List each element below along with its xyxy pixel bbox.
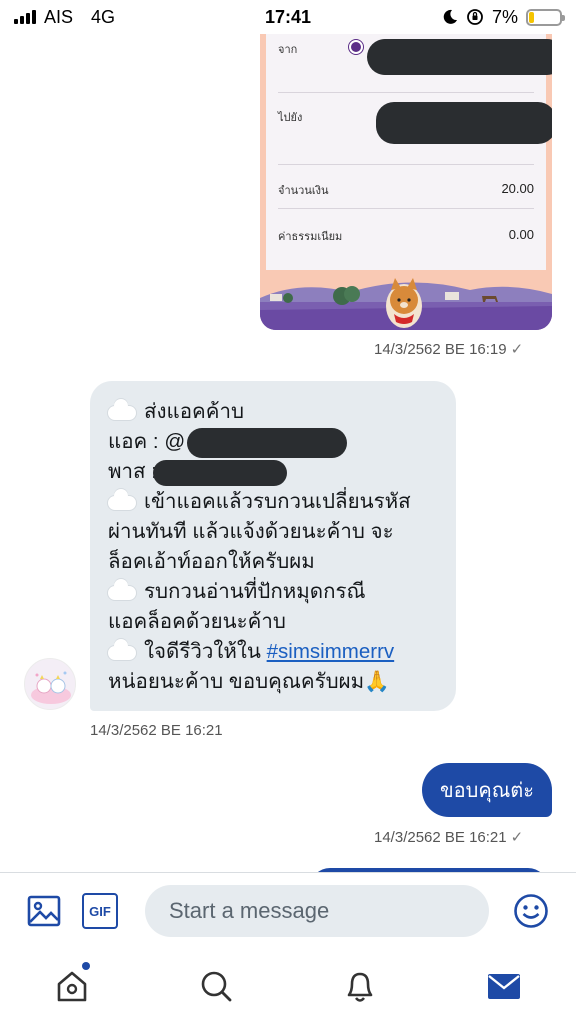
transfer-receipt-image[interactable]: จาก ไปยัง จำนวนเงิน 20.00 ค่าธรรมเนียม 0… xyxy=(260,34,552,330)
bank-logo-icon xyxy=(349,40,363,54)
outgoing-message-bubble[interactable]: ขอบคุณต่ะ xyxy=(421,763,552,817)
orientation-lock-icon xyxy=(467,9,483,25)
message-line: แอค : @ xyxy=(108,427,442,458)
message-line: แอคล็อคด้วยนะค้าบ xyxy=(108,607,442,637)
cloud-icon xyxy=(108,578,136,600)
message-line: ล็อคเอ้าท์ออกให้ครับผม xyxy=(108,547,442,577)
message-line-text: เข้าแอคแล้วรบกวนเปลี่ยนรหัส xyxy=(144,490,411,513)
receipt-timestamp-text: 14/3/2562 BE 16:19 xyxy=(374,341,507,358)
battery-percent: 7% xyxy=(491,6,518,27)
receipt-divider xyxy=(278,164,534,165)
redacted-password xyxy=(152,459,287,486)
smiley-icon xyxy=(514,894,548,928)
message-line-text: ล็อคเอ้าท์ออกให้ครับผม xyxy=(108,550,315,573)
message-line-text: พาส : xyxy=(108,460,157,483)
gif-button[interactable]: GIF xyxy=(82,893,118,929)
message-line-text: ผ่านทันที แล้วแจ้งด้วยนะค้าบ จะ xyxy=(108,520,394,543)
folded-hands-emoji: 🙏 xyxy=(364,670,390,693)
check-icon: ✓ xyxy=(510,829,524,846)
message-line: ใจดีรีวิวให้ใน #simsimmerrv xyxy=(108,637,442,667)
incoming-timestamp: 14/3/2562 BE 16:21 xyxy=(90,722,223,739)
home-icon xyxy=(57,971,87,1002)
photo-button[interactable] xyxy=(26,893,62,929)
avatar-image xyxy=(31,671,71,704)
battery-icon xyxy=(526,8,565,26)
message-line: รบกวนอ่านที่ปักหมุดกรณี xyxy=(108,577,442,607)
receipt-fee-row: ค่าธรรมเนียม 0.00 xyxy=(278,227,534,245)
status-left: AIS 4G xyxy=(14,7,115,28)
message-line-text: แอค : @ xyxy=(108,430,186,453)
status-right: 7% xyxy=(442,6,565,28)
outgoing-timestamp-text: 14/3/2562 BE 16:21 xyxy=(374,829,507,846)
receipt-fee-label: ค่าธรรมเนียม xyxy=(278,231,343,243)
bell-icon xyxy=(347,972,373,1002)
receipt-amount-value: 20.00 xyxy=(501,181,534,196)
lavender-field-illustration xyxy=(260,270,552,330)
redacted-account xyxy=(187,427,348,458)
message-line-text: หน่อยนะค้าบ ขอบคุณครับผม xyxy=(108,670,365,693)
receipt-body: จาก ไปยัง จำนวนเงิน 20.00 ค่าธรรมเนียม 0… xyxy=(266,34,552,270)
check-icon: ✓ xyxy=(510,341,524,358)
image-icon xyxy=(27,895,61,927)
message-line: หน่อยนะค้าบ ขอบคุณครับผม🙏 xyxy=(108,667,442,697)
avatar[interactable] xyxy=(24,658,76,710)
cloud-icon xyxy=(108,398,136,420)
receipt-fee-value: 0.00 xyxy=(508,227,534,242)
message-line-text: ใจดีรีวิวให้ใน xyxy=(144,640,261,663)
message-line: ผ่านทันที แล้วแจ้งด้วยนะค้าบ จะ xyxy=(108,517,442,547)
message-line: ส่งแอคค้าบ xyxy=(108,397,442,427)
cloud-icon xyxy=(108,638,136,660)
battery-fill xyxy=(529,11,534,23)
mail-icon xyxy=(488,974,520,999)
tab-home[interactable] xyxy=(52,962,92,1006)
outgoing-message-text: ขอบคุณต่ะ xyxy=(439,780,534,802)
emoji-button[interactable] xyxy=(512,892,550,930)
tab-messages[interactable] xyxy=(484,966,524,1006)
receipt-amount-row: จำนวนเงิน 20.00 xyxy=(278,181,534,199)
home-notification-dot xyxy=(82,962,90,970)
status-bar: AIS 4G 17:41 7% xyxy=(0,0,576,34)
receipt-amount-label: จำนวนเงิน xyxy=(278,185,329,197)
outgoing-timestamp: 14/3/2562 BE 16:21 ✓ xyxy=(374,828,523,846)
message-line: เข้าแอคแล้วรบกวนเปลี่ยนรหัส xyxy=(108,487,442,517)
message-line: พาส : xyxy=(108,457,442,487)
redacted-recipient xyxy=(376,102,552,144)
hashtag-link[interactable]: #simsimmerrv xyxy=(267,640,395,663)
tab-search[interactable] xyxy=(196,966,236,1006)
message-input-placeholder: Start a message xyxy=(169,898,330,923)
message-line-text: ส่งแอคค้าบ xyxy=(144,400,244,423)
network-label: 4G xyxy=(91,6,116,27)
carrier-label: AIS xyxy=(44,6,74,27)
search-icon xyxy=(201,971,232,1002)
receipt-timestamp: 14/3/2562 BE 16:19 ✓ xyxy=(374,340,523,358)
incoming-message-bubble[interactable]: ส่งแอคค้าบ แอค : @ พาส : เข้าแอคแล้วรบกว… xyxy=(90,381,456,711)
receipt-divider xyxy=(278,92,534,93)
receipt-divider xyxy=(278,208,534,209)
redacted-sender xyxy=(367,39,552,75)
message-line-text: แอคล็อคด้วยนะค้าบ xyxy=(108,610,286,633)
signal-icon xyxy=(14,10,36,24)
cloud-icon xyxy=(108,488,136,510)
message-input[interactable]: Start a message xyxy=(145,885,489,937)
moon-icon xyxy=(443,9,457,24)
tab-notifications[interactable] xyxy=(340,966,380,1006)
tab-bar xyxy=(0,950,576,1024)
message-composer: GIF Start a message xyxy=(0,872,576,950)
gif-label: GIF xyxy=(89,903,111,919)
message-line-text: รบกวนอ่านที่ปักหมุดกรณี xyxy=(144,580,366,603)
dm-conversation-screen: AIS 4G 17:41 7% จาก ไปยัง จำนวนเงิน 20.0… xyxy=(0,0,576,1024)
